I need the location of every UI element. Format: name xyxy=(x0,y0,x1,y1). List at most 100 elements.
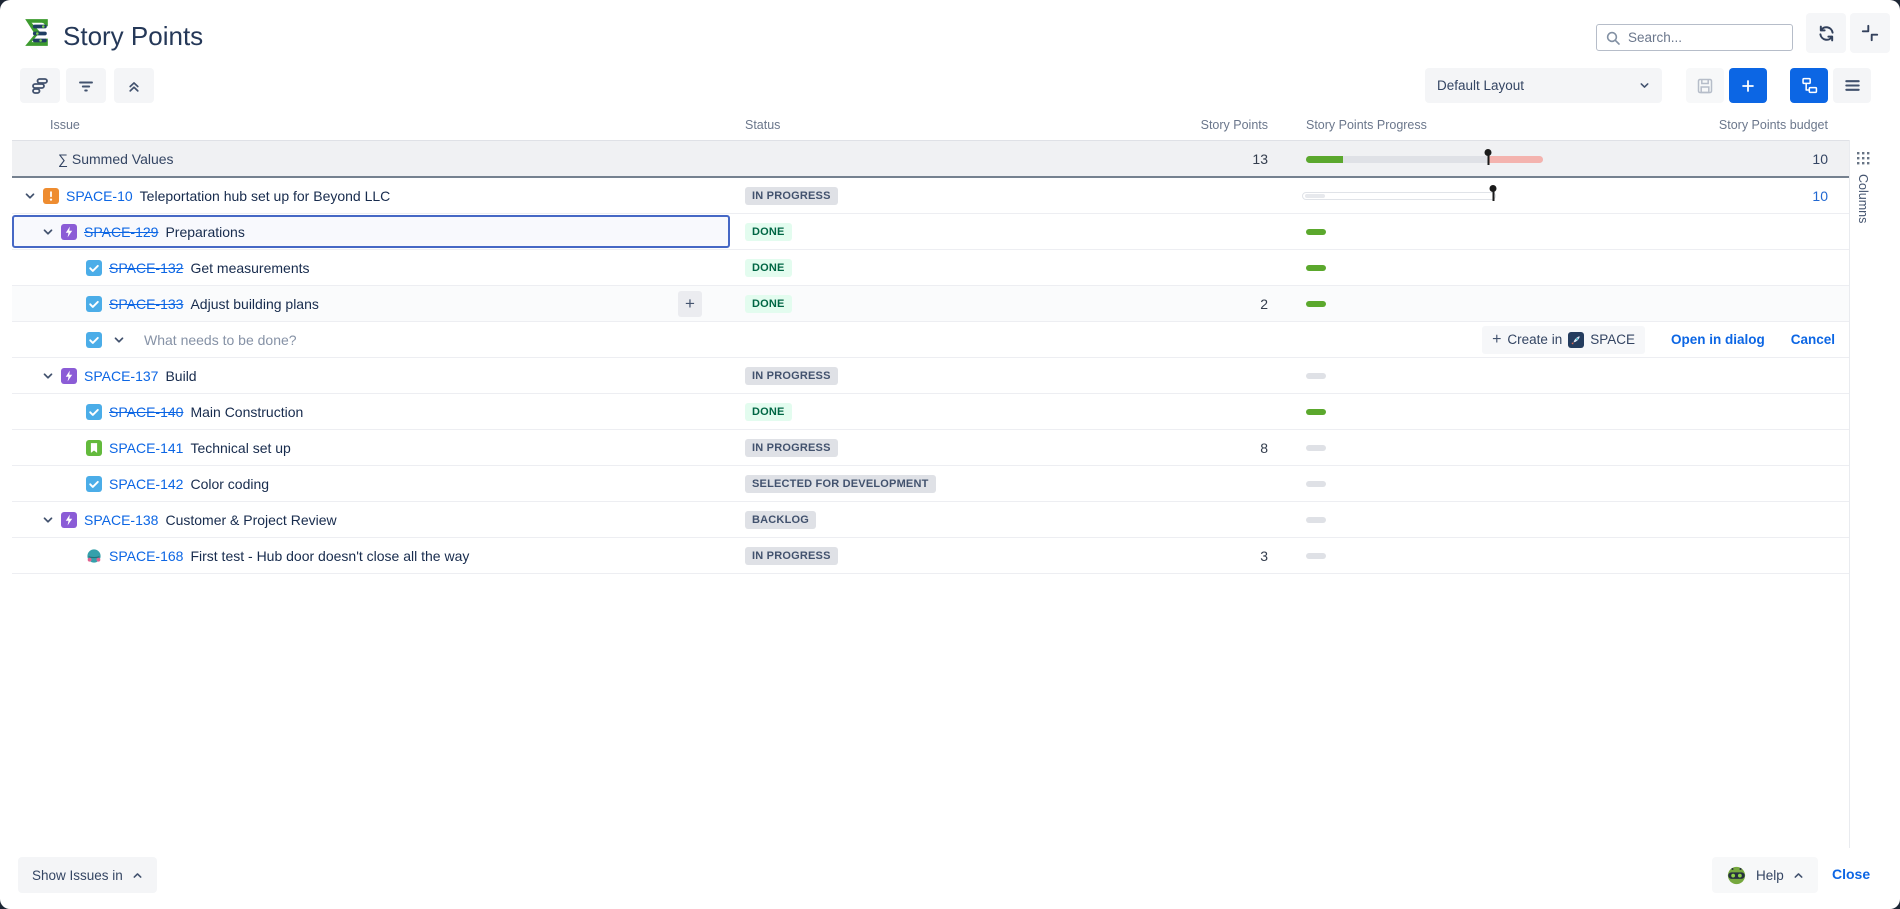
progress-cell xyxy=(1306,178,1566,213)
add-button[interactable] xyxy=(1729,68,1767,103)
progress-pill xyxy=(1306,553,1326,559)
expand-chevron-icon[interactable] xyxy=(42,370,54,382)
status-badge[interactable]: DONE xyxy=(745,223,792,241)
progress-cell xyxy=(1306,250,1566,285)
main-menu-button[interactable] xyxy=(1833,68,1871,103)
issue-summary: Color coding xyxy=(190,476,269,492)
expand-chevron-icon[interactable] xyxy=(42,226,54,238)
issue-key-link[interactable]: SPACE-138 xyxy=(84,512,158,528)
issue-row[interactable]: SPACE-138 Customer & Project Review BACK… xyxy=(12,502,1849,538)
issue-cell: SPACE-140 Main Construction xyxy=(12,394,730,429)
budget-slider[interactable] xyxy=(1302,192,1496,200)
task-issue-type-icon xyxy=(86,296,102,312)
issue-summary: Customer & Project Review xyxy=(165,512,336,528)
issue-key-link[interactable]: SPACE-142 xyxy=(109,476,183,492)
task-issue-type-icon[interactable] xyxy=(86,332,102,348)
budget-slider-pin[interactable] xyxy=(1490,185,1497,192)
status-badge[interactable]: BACKLOG xyxy=(745,511,816,529)
layout-selector[interactable]: Default Layout xyxy=(1425,68,1662,103)
expand-chevron-icon[interactable] xyxy=(24,190,36,202)
table-right-border xyxy=(1849,140,1850,848)
grip-dots-icon xyxy=(1857,152,1870,165)
status-badge[interactable]: IN PROGRESS xyxy=(745,367,838,385)
exit-fullscreen-button[interactable] xyxy=(1850,13,1890,53)
close-link[interactable]: Close xyxy=(1832,866,1870,882)
issue-key-link[interactable]: SPACE-133 xyxy=(109,296,183,312)
issue-row[interactable]: SPACE-129 Preparations DONE xyxy=(12,214,1849,250)
issue-type-selector-chevron-icon[interactable] xyxy=(113,334,125,346)
search-input[interactable] xyxy=(1628,30,1784,45)
task-issue-type-icon xyxy=(86,476,102,492)
column-header-status[interactable]: Status xyxy=(745,118,780,132)
summed-progress-bar xyxy=(1306,156,1543,163)
issue-row[interactable]: SPACE-142 Color coding SELECTED FOR DEVE… xyxy=(12,466,1849,502)
column-header-issue[interactable]: Issue xyxy=(50,118,80,132)
status-badge[interactable]: DONE xyxy=(745,403,792,421)
issue-cell: SPACE-138 Customer & Project Review xyxy=(12,502,730,537)
show-issues-in-button[interactable]: Show Issues in xyxy=(18,857,157,893)
issue-row[interactable]: SPACE-141 Technical set up IN PROGRESS 8 xyxy=(12,430,1849,466)
issue-summary: First test - Hub door doesn't close all … xyxy=(190,548,469,564)
issue-summary: Technical set up xyxy=(190,440,290,456)
plus-icon: + xyxy=(1492,331,1501,349)
status-badge[interactable]: IN PROGRESS xyxy=(745,547,838,565)
robot-mascot-icon xyxy=(1726,865,1747,886)
status-badge[interactable]: IN PROGRESS xyxy=(745,439,838,457)
new-issue-summary-input[interactable] xyxy=(144,332,564,348)
story-points-cell[interactable]: 3 xyxy=(1068,548,1268,564)
create-in-project-button[interactable]: + Create in SPACE xyxy=(1482,326,1645,354)
issue-cell: SPACE-132 Get measurements xyxy=(12,250,730,285)
progress-pill xyxy=(1306,265,1326,271)
columns-panel-tab[interactable]: Columns xyxy=(1856,152,1870,223)
add-child-button[interactable]: + xyxy=(678,291,702,317)
column-header-story-points-budget[interactable]: Story Points budget xyxy=(1628,118,1828,132)
filter-button[interactable] xyxy=(66,68,106,103)
issue-row[interactable]: SPACE-10 Teleportation hub set up for Be… xyxy=(12,178,1849,214)
issue-row[interactable]: SPACE-133 Adjust building plans + DONE 2 xyxy=(12,286,1849,322)
story-points-cell[interactable]: 8 xyxy=(1068,440,1268,456)
refresh-button[interactable] xyxy=(1806,13,1846,53)
column-header-story-points-progress[interactable]: Story Points Progress xyxy=(1306,118,1427,132)
budget-marker-pin[interactable] xyxy=(1485,149,1492,156)
issue-cell: SPACE-141 Technical set up xyxy=(12,430,730,465)
issue-summary: Adjust building plans xyxy=(190,296,318,312)
collapse-corners-icon xyxy=(1860,23,1880,43)
issue-key-link[interactable]: SPACE-141 xyxy=(109,440,183,456)
open-in-dialog-link[interactable]: Open in dialog xyxy=(1671,332,1765,347)
tree-view-button[interactable] xyxy=(1790,68,1828,103)
status-badge[interactable]: IN PROGRESS xyxy=(745,187,838,205)
status-badge[interactable]: DONE xyxy=(745,295,792,313)
collapse-all-button[interactable] xyxy=(114,68,154,103)
expand-chevron-icon[interactable] xyxy=(42,514,54,526)
issue-summary: Main Construction xyxy=(190,404,303,420)
issue-row[interactable]: SPACE-140 Main Construction DONE xyxy=(12,394,1849,430)
issue-summary: Get measurements xyxy=(190,260,309,276)
issue-key-link[interactable]: SPACE-137 xyxy=(84,368,158,384)
issue-row[interactable]: SPACE-168 First test - Hub door doesn't … xyxy=(12,538,1849,574)
issue-cell: SPACE-129 Preparations xyxy=(12,214,730,249)
issue-cell: SPACE-142 Color coding xyxy=(12,466,730,501)
issue-key-link[interactable]: SPACE-140 xyxy=(109,404,183,420)
group-by-button[interactable] xyxy=(20,68,60,103)
status-badge[interactable]: SELECTED FOR DEVELOPMENT xyxy=(745,475,936,493)
project-avatar-rocket-icon xyxy=(1568,332,1584,348)
budget-cell[interactable]: 10 xyxy=(1628,188,1828,204)
issue-key-link[interactable]: SPACE-129 xyxy=(84,224,158,240)
save-layout-button[interactable] xyxy=(1686,68,1724,103)
status-badge[interactable]: DONE xyxy=(745,259,792,277)
issue-key-link[interactable]: SPACE-10 xyxy=(66,188,133,204)
issue-summary: Build xyxy=(165,368,196,384)
progress-cell xyxy=(1306,358,1566,393)
search-box xyxy=(1596,24,1793,51)
issue-key-link[interactable]: SPACE-132 xyxy=(109,260,183,276)
help-button[interactable]: Help xyxy=(1712,857,1818,893)
issue-row[interactable]: SPACE-137 Build IN PROGRESS xyxy=(12,358,1849,394)
task-issue-type-icon xyxy=(86,404,102,420)
story-issue-type-icon xyxy=(86,440,102,456)
cancel-link[interactable]: Cancel xyxy=(1791,332,1835,347)
column-header-story-points[interactable]: Story Points xyxy=(1068,118,1268,132)
issue-key-link[interactable]: SPACE-168 xyxy=(109,548,183,564)
story-points-cell[interactable]: 2 xyxy=(1068,296,1268,312)
issue-row[interactable]: SPACE-132 Get measurements DONE xyxy=(12,250,1849,286)
refresh-icon xyxy=(1816,23,1837,44)
